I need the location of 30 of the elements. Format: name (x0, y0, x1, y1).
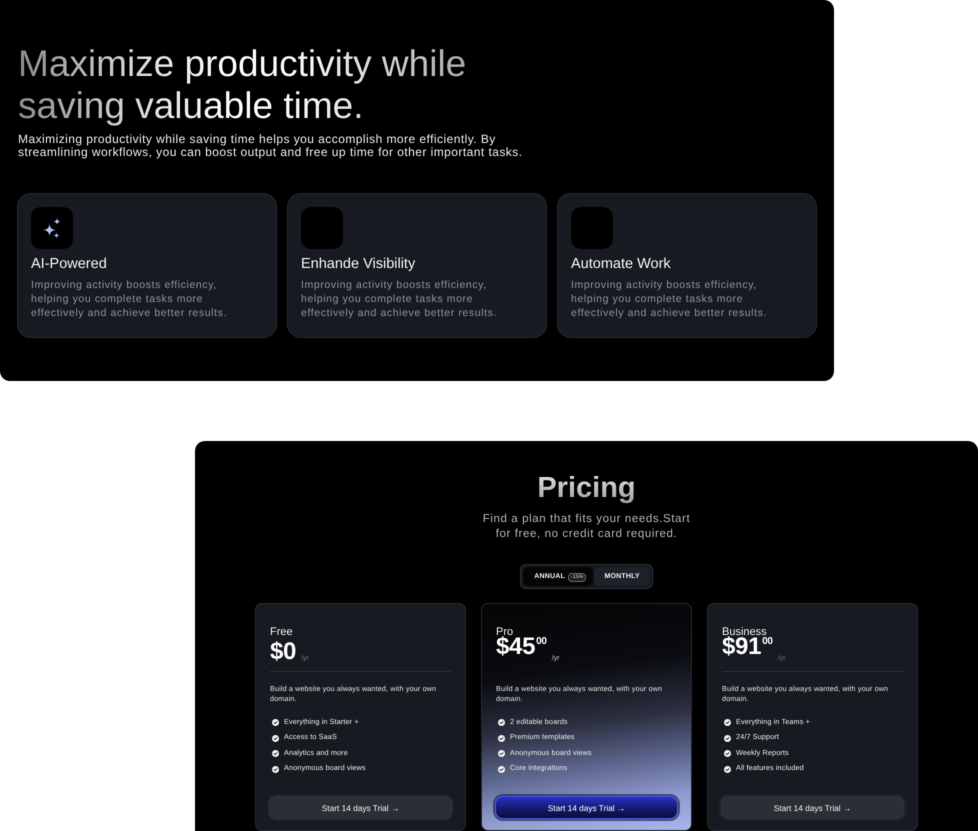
feature-title: AI-Powered (31, 255, 108, 273)
check-icon (724, 766, 731, 773)
check-icon (498, 750, 505, 758)
sparkles-icon (31, 207, 73, 249)
check-icon (724, 719, 731, 726)
check-icon (272, 750, 279, 758)
blank-tile-icon (571, 207, 613, 249)
check-icon (272, 734, 279, 742)
feature-description: Improving activity boosts efficiency, helping you complete tasks more effectively and achieve better results. (571, 278, 768, 320)
trial-button[interactable]: Start 14 days Trial → (495, 796, 678, 819)
feature-title: Enhande Visibility (301, 255, 416, 273)
feature-title: Automate Work (571, 255, 672, 273)
feature-description: Improving activity boosts efficiency, helping you complete tasks more effectively and achieve better results. (301, 278, 498, 320)
plan-price: $0 (270, 639, 296, 665)
trial-button[interactable]: Start 14 days Trial → (269, 796, 452, 819)
check-icon (272, 719, 279, 726)
blank-tile-icon (301, 207, 343, 249)
trial-button[interactable]: Start 14 days Trial → (721, 796, 904, 819)
check-icon (498, 719, 505, 726)
plan-price: $91$^{00}$ (722, 634, 773, 662)
check-icon (272, 766, 279, 773)
plan-name: Free (270, 626, 294, 639)
feature-description: Improving activity boosts efficiency, helping you complete tasks more effectively and achieve better results. (31, 278, 228, 320)
hero-description: Maximizing productivity while saving time helps you accomplish more efficiently. By streamlining workflows, you can boost output and free up time for other important tasks. (18, 133, 524, 159)
check-icon (724, 750, 731, 758)
pricing-subtitle: Find a plan that fits your needs.Start for free, no credit card required. (482, 512, 692, 542)
plan-price: $45$^{00}$ (496, 634, 547, 662)
check-icon (724, 734, 731, 742)
check-icon (498, 734, 505, 742)
check-icon (498, 766, 505, 773)
